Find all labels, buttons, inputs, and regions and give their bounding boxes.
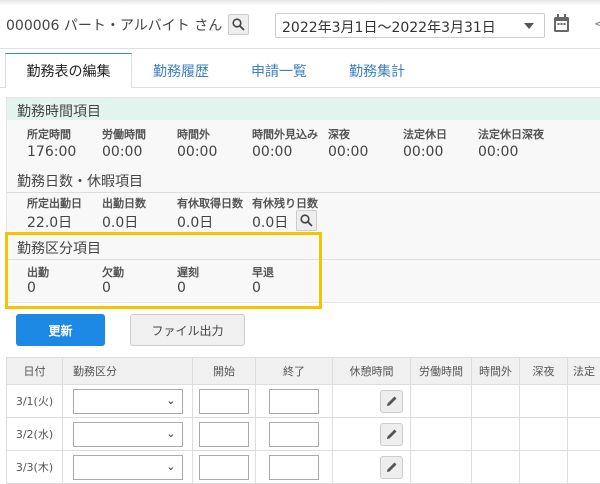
- label-legal-holiday-night: 法定休日深夜: [478, 126, 544, 142]
- tab-edit-timesheet[interactable]: 勤務表の編集: [5, 53, 132, 88]
- divider: [0, 48, 600, 49]
- chevron-down-icon: ⌄: [166, 460, 175, 473]
- header-work-type: 勤務区分: [63, 358, 193, 385]
- label-overtime: 時間外: [177, 126, 210, 142]
- value-paid-leave-remaining: 0.0日: [252, 212, 288, 232]
- chevron-down-icon: ⌄: [166, 427, 175, 440]
- value-overtime: 00:00: [177, 144, 217, 160]
- value-paid-leave-taken: 0.0日: [177, 212, 213, 232]
- row-date: 3/2(水): [7, 418, 63, 451]
- start-time-input[interactable]: [199, 389, 249, 414]
- end-time-input[interactable]: [269, 389, 319, 414]
- cell: [568, 385, 600, 418]
- value-attendance-days: 0.0日: [102, 212, 138, 232]
- edit-break-button[interactable]: [380, 456, 403, 479]
- end-time-input[interactable]: [269, 422, 319, 447]
- row-date: 3/3(木): [7, 451, 63, 484]
- end-time-input[interactable]: [269, 455, 319, 480]
- start-time-input[interactable]: [199, 422, 249, 447]
- header-legal: 法定: [568, 358, 600, 385]
- work-type-select[interactable]: ⌄: [73, 389, 183, 414]
- tab-requests[interactable]: 申請一覧: [238, 53, 320, 88]
- header-working-hours: 労働時間: [411, 358, 472, 385]
- dropdown-arrow-icon: [524, 23, 534, 29]
- tab-history[interactable]: 勤務履歴: [140, 53, 222, 88]
- work-type-select[interactable]: ⌄: [73, 422, 183, 447]
- edit-break-button[interactable]: [380, 423, 403, 446]
- label-overtime-forecast: 時間外見込み: [252, 126, 318, 142]
- work-type-select[interactable]: ⌄: [73, 455, 183, 480]
- cell: [411, 451, 472, 484]
- pencil-icon: [386, 428, 398, 440]
- label-scheduled-days: 所定出勤日: [27, 195, 82, 211]
- highlight-box: [5, 232, 322, 309]
- tab-summary[interactable]: 勤務集計: [336, 53, 418, 88]
- cell: [411, 385, 472, 418]
- chevron-down-icon: ⌄: [166, 394, 175, 407]
- work-days-title: 勤務日数・休暇項目: [17, 171, 143, 191]
- pencil-icon: [386, 461, 398, 473]
- label-scheduled-hours: 所定時間: [27, 126, 71, 142]
- calendar-icon[interactable]: [553, 14, 570, 33]
- pencil-icon: [386, 395, 398, 407]
- label-working-hours: 労働時間: [102, 126, 146, 142]
- cell: [520, 451, 568, 484]
- cell: [472, 418, 520, 451]
- cell: [520, 418, 568, 451]
- value-legal-holiday-night: 00:00: [478, 144, 518, 160]
- start-time-input[interactable]: [199, 455, 249, 480]
- date-range-value: 2022年3月1日～2022年3月31日: [282, 20, 496, 36]
- cell: [472, 385, 520, 418]
- header-date: 日付: [7, 358, 63, 385]
- value-scheduled-hours: 176:00: [27, 144, 76, 160]
- export-file-button[interactable]: ファイル出力: [130, 314, 245, 346]
- header-end: 終了: [256, 358, 333, 385]
- value-legal-holiday: 00:00: [403, 144, 443, 160]
- label-legal-holiday: 法定休日: [403, 126, 447, 142]
- search-icon: [300, 214, 313, 227]
- header-night: 深夜: [520, 358, 568, 385]
- value-night: 00:00: [328, 144, 368, 160]
- label-attendance-days: 出勤日数: [102, 195, 146, 211]
- header-overtime: 時間外: [472, 358, 520, 385]
- cell: [568, 451, 600, 484]
- table-row: 3/2(水) ⌄: [7, 418, 600, 451]
- divider: [7, 192, 600, 193]
- cell: [520, 385, 568, 418]
- timesheet-table: 日付 勤務区分 開始 終了 休憩時間 労働時間 時間外 深夜 法定 3/1(火)…: [6, 357, 600, 484]
- value-scheduled-days: 22.0日: [27, 212, 72, 232]
- top-shadow: [0, 0, 600, 6]
- employee-name: 000006 パート・アルバイト さん: [6, 15, 222, 35]
- paid-leave-search-button[interactable]: [296, 210, 317, 231]
- date-range-select[interactable]: 2022年3月1日～2022年3月31日: [275, 13, 545, 38]
- search-icon: [232, 18, 245, 31]
- header-break: 休憩時間: [333, 358, 411, 385]
- table-header-row: 日付 勤務区分 開始 終了 休憩時間 労働時間 時間外 深夜 法定: [7, 358, 600, 385]
- cell: [472, 451, 520, 484]
- label-paid-leave-remaining: 有休残り日数: [252, 195, 318, 211]
- cell: [411, 418, 472, 451]
- table-row: 3/1(火) ⌄: [7, 385, 600, 418]
- employee-search-button[interactable]: [228, 14, 249, 35]
- label-paid-leave-taken: 有休取得日数: [177, 195, 243, 211]
- value-working-hours: 00:00: [102, 144, 142, 160]
- label-night: 深夜: [328, 126, 350, 142]
- update-button[interactable]: 更新: [16, 314, 105, 346]
- prev-period-button[interactable]: <: [594, 17, 600, 32]
- value-overtime-forecast: 00:00: [252, 144, 292, 160]
- cell: [568, 418, 600, 451]
- row-date: 3/1(火): [7, 385, 63, 418]
- edit-break-button[interactable]: [380, 390, 403, 413]
- header-start: 開始: [193, 358, 256, 385]
- table-row: 3/3(木) ⌄: [7, 451, 600, 484]
- work-time-title: 勤務時間項目: [17, 101, 101, 121]
